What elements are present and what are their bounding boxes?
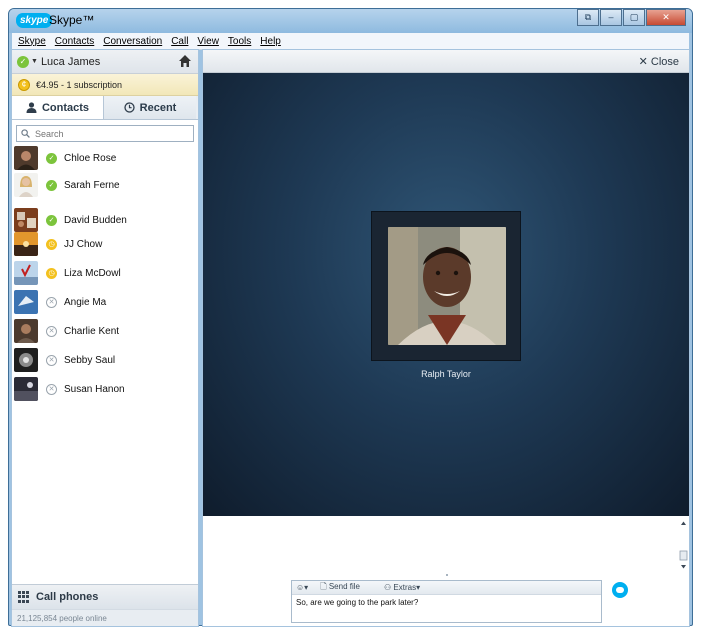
avatar <box>14 146 38 170</box>
online-status-icon: ✓ <box>46 152 57 164</box>
contact-name: Liza McDowl <box>64 267 121 279</box>
contact-item[interactable]: ✓ Chloe Rose <box>14 145 194 171</box>
contact-item[interactable]: ✕ Sebby Saul <box>14 347 194 373</box>
menu-contacts[interactable]: Contacts <box>55 36 94 47</box>
contact-item[interactable]: ✕ Angie Ma <box>14 289 194 315</box>
menu-view[interactable]: View <box>197 36 219 47</box>
dialpad-icon <box>18 591 30 603</box>
chat-area: ☺▾ 🗋 Send file ⚇ Extras▾ So, are we goin… <box>203 516 689 626</box>
title-bar: skype Skype™ ⧉ – ▢ ✕ <box>9 9 692 33</box>
contact-name: JJ Chow <box>64 238 103 250</box>
online-status-icon[interactable]: ✓ <box>17 55 29 68</box>
coin-icon: ¢ <box>18 78 30 91</box>
search-box[interactable] <box>16 125 194 142</box>
online-status-icon: ✓ <box>46 179 57 191</box>
credit-bar[interactable]: ¢ €4.95 - 1 subscription <box>12 74 198 96</box>
avatar <box>14 377 38 401</box>
emoticon-button[interactable]: ☺▾ <box>296 583 308 592</box>
credit-text[interactable]: €4.95 - 1 subscription <box>36 80 122 90</box>
maximize-button[interactable]: ▢ <box>623 9 645 26</box>
call-phones-label: Call phones <box>36 591 99 603</box>
close-icon: ✕ <box>638 56 648 68</box>
home-icon[interactable] <box>178 54 192 68</box>
away-status-icon: ◷ <box>46 238 57 250</box>
search-icon <box>21 129 30 138</box>
contacts-panel: ✓ ▼ Luca James ¢ €4.95 - 1 subscription … <box>11 49 199 627</box>
restore-compact-button[interactable]: ⧉ <box>577 9 599 26</box>
call-stage: Ralph Taylor <box>203 73 689 516</box>
chat-scrollbar[interactable] <box>678 518 689 572</box>
contact-tabs: Contacts Recent <box>12 96 198 120</box>
profile-name[interactable]: Luca James <box>41 56 100 68</box>
conversation-header: ✕ Close <box>203 50 689 73</box>
contact-name: Chloe Rose <box>64 152 117 164</box>
menu-skype[interactable]: Skype <box>18 36 46 47</box>
contact-name: Angie Ma <box>64 296 107 308</box>
compose-box: ☺▾ 🗋 Send file ⚇ Extras▾ So, are we goin… <box>291 580 602 623</box>
profile-bar[interactable]: ✓ ▼ Luca James <box>12 50 198 74</box>
avatar <box>14 208 38 232</box>
avatar <box>14 319 38 343</box>
contact-name: Susan Hanon <box>64 383 125 395</box>
contact-name: David Budden <box>64 214 127 226</box>
caller-photo <box>388 227 506 345</box>
contact-name: Sarah Ferne <box>64 179 120 191</box>
tab-recent[interactable]: Recent <box>104 96 196 119</box>
tab-contacts[interactable]: Contacts <box>12 96 104 119</box>
skype-logo: skype <box>16 13 53 28</box>
extras-label: Extras▾ <box>393 583 421 592</box>
menu-help[interactable]: Help <box>260 36 281 47</box>
avatar <box>14 290 38 314</box>
send-file-button[interactable]: 🗋 Send file <box>320 581 372 595</box>
avatar <box>14 173 38 197</box>
caller-name: Ralph Taylor <box>421 369 471 379</box>
send-file-label: Send file <box>328 581 360 591</box>
close-window-button[interactable]: ✕ <box>646 9 686 26</box>
compose-toolbar: ☺▾ 🗋 Send file ⚇ Extras▾ <box>292 581 601 595</box>
window-title: Skype™ <box>49 13 95 27</box>
contact-item[interactable]: ◷ Liza McDowl <box>14 260 194 286</box>
minimize-button[interactable]: – <box>600 9 622 26</box>
resize-grip[interactable] <box>446 574 448 576</box>
avatar <box>14 348 38 372</box>
clock-icon <box>124 102 135 113</box>
search-input[interactable] <box>35 128 185 139</box>
contact-name: Charlie Kent <box>64 325 120 337</box>
contact-item[interactable]: ✓ David Budden <box>14 207 194 233</box>
offline-status-icon: ✕ <box>46 383 57 395</box>
person-icon <box>26 102 37 113</box>
menu-tools[interactable]: Tools <box>228 36 251 47</box>
menu-call[interactable]: Call <box>171 36 188 47</box>
contact-item[interactable]: ✓ Sarah Ferne <box>14 172 194 198</box>
offline-status-icon: ✕ <box>46 354 57 366</box>
close-conversation-button[interactable]: ✕ Close <box>639 55 679 68</box>
offline-status-icon: ✕ <box>46 296 57 308</box>
contact-name: Sebby Saul <box>64 354 116 366</box>
online-count: 21,125,854 people online <box>12 609 198 626</box>
window-controls: ⧉ – ▢ ✕ <box>576 9 686 26</box>
chat-bubble-icon <box>616 587 624 593</box>
caller-photo-frame <box>371 211 521 361</box>
chevron-down-icon[interactable]: ▼ <box>31 58 38 65</box>
send-message-button[interactable] <box>612 582 628 598</box>
offline-status-icon: ✕ <box>46 325 57 337</box>
contact-item[interactable]: ◷ JJ Chow <box>14 231 194 257</box>
menu-conversation[interactable]: Conversation <box>103 36 162 47</box>
away-status-icon: ◷ <box>46 267 57 279</box>
contact-item[interactable]: ✕ Charlie Kent <box>14 318 194 344</box>
avatar <box>14 261 38 285</box>
call-phones-button[interactable]: Call phones <box>12 584 198 609</box>
tab-contacts-label: Contacts <box>41 101 90 114</box>
avatar <box>14 232 38 256</box>
extras-button[interactable]: ⚇ Extras▾ <box>384 583 432 592</box>
contact-item[interactable]: ✕ Susan Hanon <box>14 376 194 402</box>
close-label: Close <box>650 56 679 68</box>
menu-bar: Skype Contacts Conversation Call View To… <box>12 33 689 50</box>
conversation-panel: ✕ Close Ralph Taylor ☺▾ 🗋 Send file ⚇ Ex… <box>202 49 690 627</box>
tab-recent-label: Recent <box>139 101 177 114</box>
online-status-icon: ✓ <box>46 214 57 226</box>
message-input[interactable]: So, are we going to the park later? <box>292 595 601 607</box>
